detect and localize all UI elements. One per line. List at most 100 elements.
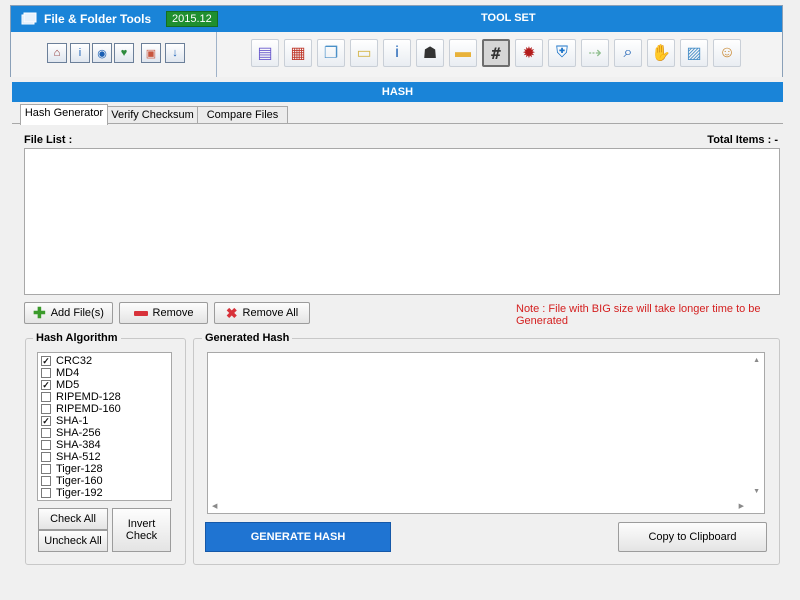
algorithm-option[interactable]: ✓ SHA-1	[41, 415, 171, 427]
search-icon[interactable]: ⌕	[614, 39, 642, 67]
algorithm-option[interactable]: Tiger-160	[41, 475, 171, 487]
scroll-down-arrow-icon[interactable]: ▼	[753, 488, 760, 495]
checkbox[interactable]: ✓	[41, 356, 51, 366]
calendar-icon[interactable]: ▦	[284, 39, 312, 67]
checkbox[interactable]	[41, 488, 51, 498]
checkbox[interactable]	[41, 404, 51, 414]
algorithm-label: RIPEMD-128	[56, 391, 121, 403]
algorithm-option[interactable]: Tiger-192	[41, 487, 171, 499]
algorithm-option[interactable]: ✓ CRC32	[41, 355, 171, 367]
algorithm-option[interactable]: ✓ MD5	[41, 379, 171, 391]
checkbox[interactable]	[41, 464, 51, 474]
tab-baseline	[12, 123, 783, 124]
tab-compare-files[interactable]: Compare Files	[197, 106, 288, 124]
algorithm-label: Tiger-160	[56, 475, 103, 487]
user-lock-icon[interactable]: ☺	[713, 39, 741, 67]
information-icon[interactable]: i	[383, 39, 411, 67]
size-warning-note: Note : File with BIG size will take long…	[516, 303, 761, 327]
broadcast-icon[interactable]: ◉	[92, 43, 112, 63]
virus-icon[interactable]: ✹	[515, 39, 543, 67]
algorithm-option[interactable]: RIPEMD-160	[41, 403, 171, 415]
notes-icon[interactable]: ▭	[350, 39, 378, 67]
uncheck-all-button[interactable]: Uncheck All	[38, 530, 108, 552]
remove-all-button[interactable]: ✖ Remove All	[214, 302, 310, 324]
copy-to-clipboard-label: Copy to Clipboard	[648, 531, 737, 543]
invert-check-label: Invert Check	[125, 518, 158, 542]
algorithm-option[interactable]: SHA-384	[41, 439, 171, 451]
handshake-icon[interactable]: ✋	[647, 39, 675, 67]
plus-icon: ✚	[33, 304, 46, 322]
algorithm-option[interactable]: MD4	[41, 367, 171, 379]
remove-button[interactable]: Remove	[119, 302, 208, 324]
title-bar: File & Folder Tools 2015.12 TOOL SET	[11, 6, 782, 32]
download-icon[interactable]: ↓	[165, 43, 185, 63]
app-logo-icon	[21, 12, 37, 25]
algorithm-option[interactable]: SHA-512	[41, 451, 171, 463]
total-items-label: Total Items : -	[707, 134, 778, 146]
home-icon[interactable]: ⌂	[47, 43, 67, 63]
share-icon[interactable]: ▣	[141, 43, 161, 63]
checkbox[interactable]	[41, 452, 51, 462]
hash-algorithm-title: Hash Algorithm	[33, 332, 121, 344]
checkbox[interactable]: ✓	[41, 416, 51, 426]
add-files-button[interactable]: ✚ Add File(s)	[24, 302, 113, 324]
uncheck-all-label: Uncheck All	[44, 535, 102, 547]
heart-plus-icon[interactable]: ♥	[114, 43, 134, 63]
scroll-right-arrow-icon[interactable]: ▶	[739, 502, 744, 510]
copy-to-clipboard-button[interactable]: Copy to Clipboard	[618, 522, 767, 552]
file-list-label: File List :	[24, 134, 73, 146]
close-icon: ✖	[225, 304, 238, 321]
algorithm-option[interactable]: RIPEMD-128	[41, 391, 171, 403]
remove-label: Remove	[152, 307, 194, 319]
app-header: File & Folder Tools 2015.12 TOOL SET ⌂ i ◉…	[10, 5, 783, 77]
toolset-title: TOOL SET	[481, 12, 536, 24]
checkbox[interactable]	[41, 440, 51, 450]
checkbox[interactable]: ✓	[41, 380, 51, 390]
checkbox[interactable]	[41, 368, 51, 378]
add-files-label: Add File(s)	[50, 307, 104, 319]
file-list-box[interactable]	[24, 148, 780, 295]
checkbox[interactable]	[41, 392, 51, 402]
tab-hash-generator[interactable]: Hash Generator	[20, 104, 108, 125]
algorithm-label: CRC32	[56, 355, 93, 367]
algorithm-label: MD5	[56, 379, 80, 391]
generated-hash-output[interactable]: ▲ ▼ ◀ ▶	[207, 352, 765, 514]
document-properties-icon[interactable]: ▤	[251, 39, 279, 67]
toolbar-divider	[216, 32, 217, 77]
shield-icon[interactable]: ⛨	[548, 39, 576, 67]
tab-verify-checksum[interactable]: Verify Checksum	[107, 106, 198, 124]
check-all-button[interactable]: Check All	[38, 508, 108, 530]
copy-files-icon[interactable]: ❐	[317, 39, 345, 67]
hash-icon[interactable]: #	[482, 39, 510, 67]
algorithm-option[interactable]: SHA-256	[41, 427, 171, 439]
folder-icon[interactable]: ▬	[449, 39, 477, 67]
checkbox[interactable]	[41, 476, 51, 486]
algorithm-checklist: ✓ CRC32 MD4 ✓ MD5 RIPEMD-128 RIPEMD-160 ✓ SHA-1 S…	[37, 352, 172, 501]
chart-document-icon[interactable]: ▨	[680, 39, 708, 67]
algorithm-label: Tiger-192	[56, 487, 103, 499]
algorithm-label: SHA-256	[56, 427, 101, 439]
version-badge: 2015.12	[166, 11, 218, 27]
generated-hash-title: Generated Hash	[202, 332, 293, 344]
algorithm-label: SHA-1	[56, 415, 89, 427]
remove-all-label: Remove All	[242, 307, 299, 319]
info-icon[interactable]: i	[70, 43, 90, 63]
algorithm-label: SHA-384	[56, 439, 101, 451]
exit-door-icon[interactable]: ⇢	[581, 39, 609, 67]
toolbar-area: ⌂ i ◉ ♥ ▣ ↓ ▤ ▦ ❐ ▭ i ☗ ▬ # ✹ ⛨ ⇢ ⌕ ✋ ▨ ☺	[11, 32, 782, 77]
minus-icon	[133, 310, 148, 316]
section-title-bar: HASH	[12, 82, 783, 102]
scroll-up-arrow-icon[interactable]: ▲	[753, 357, 760, 364]
algorithm-label: RIPEMD-160	[56, 403, 121, 415]
algorithm-label: Tiger-128	[56, 463, 103, 475]
checkbox[interactable]	[41, 428, 51, 438]
scroll-left-arrow-icon[interactable]: ◀	[212, 502, 217, 510]
algorithm-option[interactable]: Tiger-128	[41, 463, 171, 475]
check-all-label: Check All	[50, 513, 96, 525]
detective-icon[interactable]: ☗	[416, 39, 444, 67]
app-title: File & Folder Tools	[44, 12, 152, 26]
invert-check-button[interactable]: Invert Check	[112, 508, 171, 552]
algorithm-label: SHA-512	[56, 451, 101, 463]
generate-hash-button[interactable]: GENERATE HASH	[205, 522, 391, 552]
algorithm-label: MD4	[56, 367, 80, 379]
